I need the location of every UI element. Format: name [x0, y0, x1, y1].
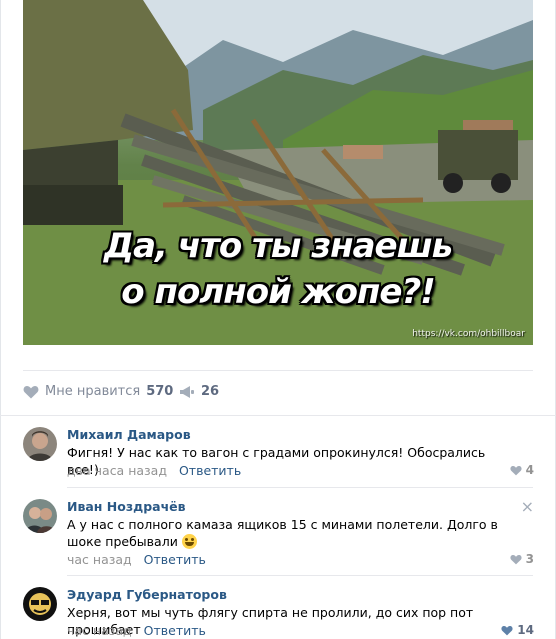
card-border-left — [0, 0, 1, 639]
comment-author[interactable]: Иван Ноздрачёв — [67, 499, 186, 514]
post-actions: Мне нравится 570 26 — [23, 370, 533, 415]
comment-like-button[interactable]: 4 — [510, 463, 534, 477]
heart-icon — [23, 385, 39, 398]
avatar-photo — [23, 499, 57, 533]
reply-button[interactable]: Ответить — [144, 623, 206, 638]
heart-icon — [510, 465, 522, 475]
comment-like-count: 14 — [517, 623, 534, 637]
comment-time[interactable]: два часа назад — [67, 463, 167, 478]
reply-button[interactable]: Ответить — [179, 463, 241, 478]
comment-text-wrap: А у нас с полного камаза ящиков 15 с мин… — [67, 516, 507, 550]
comment-like-button[interactable]: 14 — [501, 623, 534, 637]
comment-meta: час назад Ответить — [67, 552, 206, 567]
actions-divider — [0, 415, 556, 416]
post-image[interactable]: Да, что ты знаешь о полной жопе?! https:… — [23, 0, 533, 345]
share-button[interactable]: 26 — [179, 384, 219, 399]
comment-author[interactable]: Михаил Дамаров — [67, 427, 191, 442]
comment-meta: час назад Ответить — [67, 623, 206, 638]
comment-like-count: 4 — [525, 463, 534, 477]
heart-icon — [510, 554, 522, 564]
comment-like-button[interactable]: 3 — [510, 552, 534, 566]
comment-meta: два часа назад Ответить — [67, 463, 241, 478]
avatar-photo — [23, 427, 57, 461]
comment-divider — [67, 575, 533, 576]
like-count: 570 — [146, 384, 174, 399]
like-button[interactable]: Мне нравится 570 — [23, 384, 173, 399]
avatar[interactable] — [23, 587, 57, 621]
smile-emoji-icon — [181, 534, 197, 549]
post-card: Да, что ты знаешь о полной жопе?! https:… — [0, 0, 556, 639]
share-count: 26 — [201, 384, 220, 399]
megaphone-icon — [180, 385, 194, 398]
avatar[interactable] — [23, 427, 57, 461]
comment-author[interactable]: Эдуард Губернаторов — [67, 587, 227, 602]
image-watermark: https://vk.com/ohbillboar — [412, 329, 525, 339]
comment-time[interactable]: час назад — [67, 552, 132, 567]
reply-button[interactable]: Ответить — [144, 552, 206, 567]
avatar-photo — [23, 587, 57, 621]
image-caption-line1: Да, что ты знаешь — [103, 226, 453, 266]
heart-icon — [501, 625, 513, 635]
comment-divider — [67, 487, 533, 488]
like-label: Мне нравится — [45, 384, 141, 399]
close-icon[interactable]: × — [521, 499, 534, 515]
avatar[interactable] — [23, 499, 57, 533]
image-caption-line2: о полной жопе?! — [121, 272, 435, 312]
comment-time[interactable]: час назад — [67, 623, 132, 638]
comment-text: А у нас с полного камаза ящиков 15 с мин… — [67, 517, 498, 549]
comment-like-count: 3 — [525, 552, 534, 566]
